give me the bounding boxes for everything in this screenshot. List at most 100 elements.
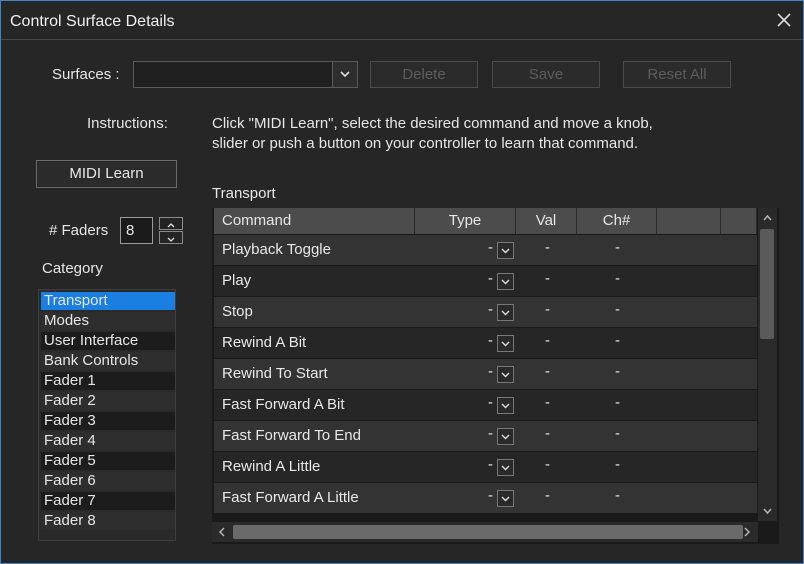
vertical-scroll-thumb[interactable] [760, 229, 774, 339]
val-cell: - [545, 425, 550, 442]
ch-cell: - [615, 394, 620, 411]
val-cell: - [545, 301, 550, 318]
type-dropdown[interactable] [497, 397, 514, 414]
type-dropdown[interactable] [497, 304, 514, 321]
reset-all-button[interactable]: Reset All [623, 61, 731, 88]
transport-section-label: Transport [212, 185, 276, 202]
val-cell: - [545, 487, 550, 504]
faders-input[interactable]: 8 [120, 217, 153, 244]
chevron-down-icon [167, 237, 175, 242]
category-item-fader-3[interactable]: Fader 3 [41, 412, 175, 430]
chevron-down-icon [501, 403, 510, 409]
table-row[interactable]: Playback Toggle - - - [214, 235, 757, 265]
command-cell: Fast Forward A Little [222, 489, 359, 506]
type-dropdown[interactable] [497, 335, 514, 352]
delete-button[interactable]: Delete [370, 61, 478, 88]
table-row[interactable]: Fast Forward A Bit - - - [214, 390, 757, 420]
table-row[interactable]: Rewind A Little - - - [214, 452, 757, 482]
category-label: Category [42, 260, 103, 277]
chevron-down-icon [501, 248, 510, 254]
category-item-fader-2[interactable]: Fader 2 [41, 392, 175, 410]
close-icon[interactable] [773, 9, 795, 31]
command-cell: Playback Toggle [222, 241, 331, 258]
type-dropdown[interactable] [497, 490, 514, 507]
scroll-down-arrow-icon[interactable] [758, 504, 777, 518]
category-item-bank-controls[interactable]: Bank Controls [41, 352, 175, 370]
table-row[interactable]: Rewind A Bit - - - [214, 328, 757, 358]
val-cell: - [545, 456, 550, 473]
category-item-fader-7[interactable]: Fader 7 [41, 492, 175, 510]
type-dropdown[interactable] [497, 273, 514, 290]
chevron-down-icon [501, 279, 510, 285]
category-list: Transport Modes User Interface Bank Cont… [38, 289, 176, 541]
column-header-type[interactable]: Type [415, 208, 516, 234]
scroll-left-arrow-icon[interactable] [215, 522, 229, 542]
chevron-up-icon [167, 223, 175, 228]
val-cell: - [545, 363, 550, 380]
type-dropdown[interactable] [497, 242, 514, 259]
column-header-empty [657, 208, 721, 234]
command-cell: Fast Forward To End [222, 427, 361, 444]
type-cell: - [488, 487, 493, 504]
command-cell: Rewind To Start [222, 365, 328, 382]
category-item-user-interface[interactable]: User Interface [41, 332, 175, 350]
instructions-line-1: Click "MIDI Learn", select the desired c… [212, 115, 653, 132]
ch-cell: - [615, 270, 620, 287]
surfaces-dropdown[interactable] [133, 61, 358, 88]
table-row[interactable]: Stop - - - [214, 297, 757, 327]
type-cell: - [488, 394, 493, 411]
chevron-down-icon [501, 341, 510, 347]
category-item-transport[interactable]: Transport [41, 292, 175, 310]
chevron-down-icon [501, 434, 510, 440]
scroll-right-arrow-icon[interactable] [740, 522, 754, 542]
table-row[interactable]: Rewind To Start - - - [214, 359, 757, 389]
val-cell: - [545, 332, 550, 349]
category-item-fader-6[interactable]: Fader 6 [41, 472, 175, 490]
category-item-fader-1[interactable]: Fader 1 [41, 372, 175, 390]
instructions-label: Instructions: [87, 115, 168, 132]
type-cell: - [488, 301, 493, 318]
midi-learn-button[interactable]: MIDI Learn [36, 160, 177, 188]
faders-decrement-button[interactable] [159, 231, 183, 244]
table-row[interactable]: Fast Forward A Little - - - [214, 483, 757, 513]
chevron-down-icon [501, 496, 510, 502]
vertical-scrollbar[interactable] [758, 208, 777, 521]
surfaces-label: Surfaces : [52, 66, 120, 83]
ch-cell: - [615, 456, 620, 473]
ch-cell: - [615, 425, 620, 442]
type-dropdown[interactable] [497, 459, 514, 476]
val-cell: - [545, 239, 550, 256]
column-header-command[interactable]: Command [214, 208, 415, 234]
table-row[interactable]: Play - - - [214, 266, 757, 296]
column-header-empty [721, 208, 757, 234]
category-item-fader-5[interactable]: Fader 5 [41, 452, 175, 470]
type-cell: - [488, 239, 493, 256]
type-cell: - [488, 425, 493, 442]
category-item-fader-4[interactable]: Fader 4 [41, 432, 175, 450]
category-item-modes[interactable]: Modes [41, 312, 175, 330]
column-header-ch[interactable]: Ch# [577, 208, 657, 234]
title-bar: Control Surface Details [1, 1, 803, 40]
type-dropdown[interactable] [497, 428, 514, 445]
category-item-fader-8[interactable]: Fader 8 [41, 512, 175, 530]
type-dropdown[interactable] [497, 366, 514, 383]
type-cell: - [488, 270, 493, 287]
column-header-val[interactable]: Val [516, 208, 577, 234]
val-cell: - [545, 270, 550, 287]
type-cell: - [488, 456, 493, 473]
faders-increment-button[interactable] [159, 217, 183, 230]
type-cell: - [488, 363, 493, 380]
horizontal-scrollbar[interactable] [212, 522, 758, 542]
horizontal-scroll-thumb[interactable] [233, 525, 743, 539]
chevron-down-icon [501, 465, 510, 471]
table-row[interactable]: Fast Forward To End - - - [214, 421, 757, 451]
chevron-down-icon [501, 310, 510, 316]
command-cell: Stop [222, 303, 253, 320]
ch-cell: - [615, 487, 620, 504]
chevron-down-icon[interactable] [332, 62, 357, 87]
scroll-corner [758, 522, 777, 542]
command-cell: Rewind A Bit [222, 334, 307, 351]
save-button[interactable]: Save [492, 61, 600, 88]
command-cell: Play [222, 272, 252, 289]
scroll-up-arrow-icon[interactable] [758, 211, 777, 225]
